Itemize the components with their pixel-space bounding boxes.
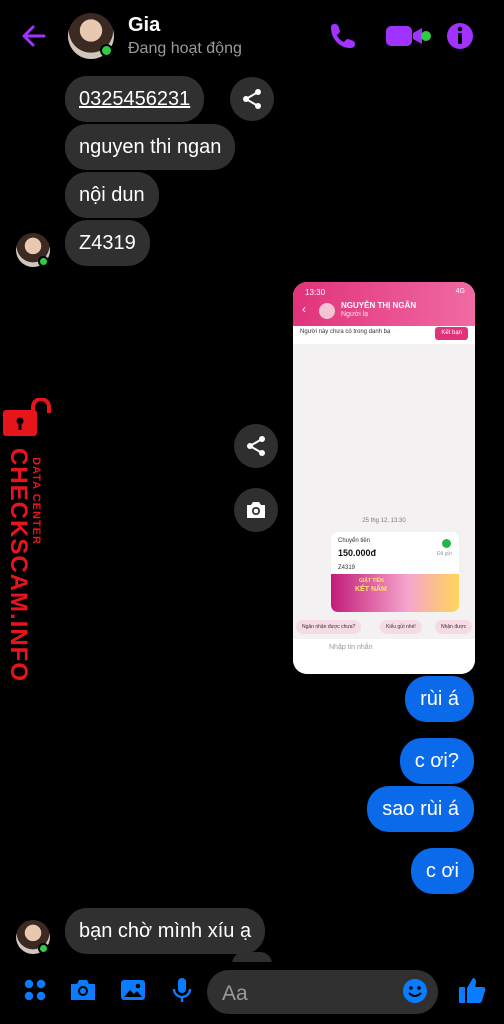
transfer-amount: 150.000đ (338, 548, 377, 558)
screenshot-add-friend: Kết bạn (435, 327, 468, 340)
transfer-status: Đã gửi (436, 551, 452, 557)
share-icon (247, 436, 265, 456)
message-bubble-incoming[interactable]: nội dun (65, 172, 159, 218)
screenshot-back-icon: ‹ (302, 302, 306, 316)
transfer-reference: Z4319 (338, 565, 356, 571)
info-icon[interactable] (443, 19, 477, 53)
message-bubble-incoming[interactable]: 0325456231 (65, 76, 205, 122)
phone-number-link[interactable]: 0325456231 (79, 88, 190, 110)
phone-icon[interactable] (326, 19, 360, 53)
message-bubble-outgoing[interactable]: rùi á (405, 676, 474, 722)
suggestion-chip: Nhận được (435, 620, 473, 634)
emoji-icon[interactable] (401, 977, 429, 1005)
shared-screenshot-image[interactable]: 13:30 4G ‹ NGUYỄN THỊ NGÂN Người lạ Ngườ… (293, 282, 475, 674)
share-button[interactable] (230, 77, 274, 121)
check-icon (442, 539, 451, 548)
promo-banner (331, 574, 459, 612)
watermark: DATA CENTER CHECKSCAM.INFO (0, 398, 56, 682)
promo-line-1: GIẬT TIỀN (359, 578, 384, 584)
online-indicator (38, 256, 49, 267)
screenshot-date: 25 thg 12, 13:30 (362, 518, 406, 524)
promo-line-2: KẾT NĂM (355, 586, 387, 593)
arrow-left-icon[interactable] (18, 20, 50, 52)
watermark-title: CHECKSCAM.INFO (5, 448, 32, 682)
chat-header: Gia Đang hoạt động (0, 0, 504, 70)
microphone-icon[interactable] (167, 975, 197, 1005)
screenshot-subtitle: Người lạ (341, 311, 369, 318)
message-input-placeholder: Aa (222, 982, 248, 1005)
contact-status: Đang hoạt động (128, 40, 242, 57)
message-bubble-incoming[interactable]: Z4319 (65, 220, 150, 266)
screenshot-time: 13:30 (305, 288, 326, 297)
screenshot-avatar (319, 303, 335, 319)
screenshot-input-placeholder: Nhập tin nhắn (329, 644, 373, 651)
video-camera-icon[interactable] (384, 19, 432, 53)
screenshot-name: NGUYỄN THỊ NGÂN (341, 301, 417, 310)
image-icon[interactable] (118, 975, 148, 1005)
message-bubble-outgoing[interactable]: c ơi (410, 848, 474, 894)
message-bubble-outgoing[interactable]: c ơi? (399, 738, 474, 784)
screenshot-input-bar (293, 639, 475, 674)
lock-icon (3, 398, 51, 436)
suggestion-chip: Ngân nhận được chưa? (296, 620, 362, 634)
message-bubble-outgoing[interactable]: sao rùi á (367, 786, 474, 832)
suggestion-chip: Kiểu gửi nhé! (380, 620, 422, 634)
screenshot-note: Người này chưa có trong danh bạ (300, 329, 391, 335)
camera-icon (247, 502, 265, 518)
save-image-button[interactable] (234, 488, 278, 532)
camera-icon[interactable] (68, 975, 98, 1005)
online-indicator (100, 44, 113, 57)
message-bubble-incoming[interactable]: nguyen thi ngan (65, 124, 236, 170)
share-button[interactable] (234, 424, 278, 468)
contact-name[interactable]: Gia (128, 14, 160, 37)
transfer-title: Chuyển tiền (338, 538, 371, 544)
apps-icon[interactable] (20, 975, 50, 1005)
transfer-card: Chuyển tiền 150.000đ Đã gửi Z4319 GIẬT T… (331, 532, 459, 612)
like-icon[interactable] (456, 974, 488, 1006)
message-bubble-incoming[interactable]: bạn chờ mình xíu ạ (65, 908, 266, 954)
share-icon (243, 89, 261, 109)
online-indicator (38, 943, 49, 954)
screenshot-battery: 4G (455, 288, 465, 295)
